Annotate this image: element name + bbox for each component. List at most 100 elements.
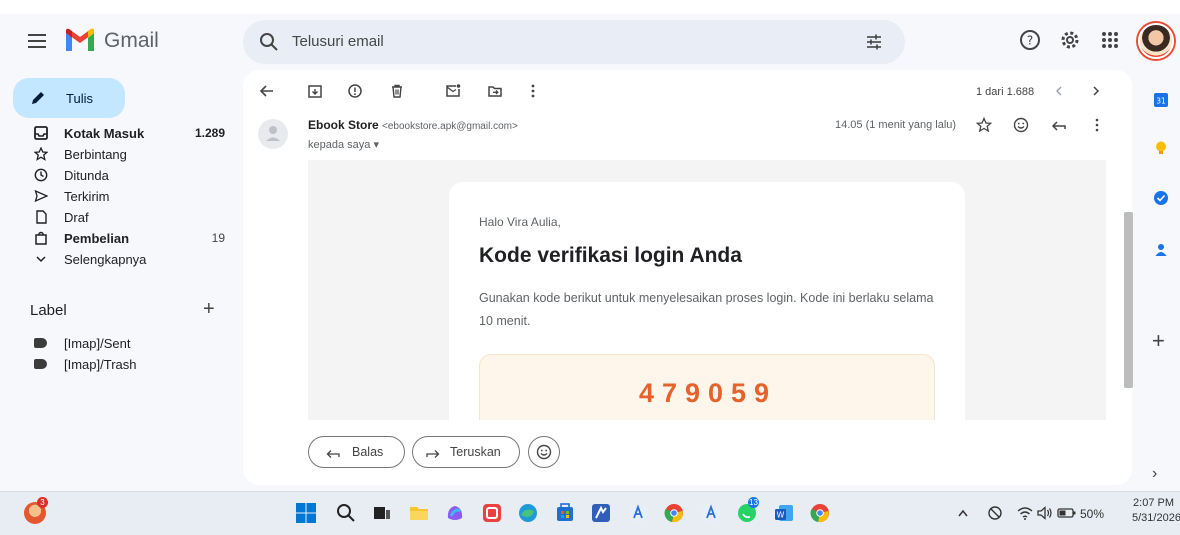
editor-app-icon[interactable] (590, 502, 612, 524)
file-explorer-icon[interactable] (408, 502, 430, 524)
message-pane: 1 dari 1.688 Ebook Store <ebookstore.apk… (243, 70, 1132, 485)
star-message-icon[interactable] (976, 117, 992, 133)
sidebar-item-sent[interactable]: Terkirim (0, 186, 240, 207)
move-to-icon[interactable] (487, 83, 503, 99)
sender-name[interactable]: Ebook Store (308, 118, 379, 132)
word-app-icon[interactable]: W (773, 502, 795, 524)
search-icon[interactable] (259, 32, 279, 52)
unread-count: 19 (211, 231, 225, 245)
sidebar-item-label: Draf (64, 210, 89, 225)
clock-time: 2:07 PM (1133, 497, 1174, 509)
windows-start-icon[interactable] (295, 502, 317, 524)
sidebar-item-inbox[interactable]: Kotak Masuk 1.289 (0, 123, 240, 144)
compose-label: Tulis (66, 91, 93, 106)
sidebar-item-label: Pembelian (64, 231, 130, 246)
search-bar[interactable]: Telusuri email (243, 20, 905, 64)
taskbar-clock[interactable]: 2:07 PM 5/31/2026 (1132, 496, 1180, 526)
inbox-icon (34, 126, 48, 140)
recipient-label: kepada saya (308, 139, 371, 151)
emoji-reaction-icon[interactable] (1013, 117, 1029, 133)
search-options-icon[interactable] (865, 33, 883, 51)
taskbar-search-icon[interactable] (335, 502, 357, 524)
reply-arrow-icon (326, 450, 340, 458)
volume-icon[interactable] (1036, 502, 1054, 524)
office-app-icon[interactable] (481, 502, 503, 524)
app-a2-icon[interactable] (700, 502, 722, 524)
settings-gear-icon[interactable] (1058, 28, 1082, 52)
label-item-imap-trash[interactable]: [Imap]/Trash (0, 355, 240, 375)
clock-icon (34, 168, 48, 182)
svg-text:31: 31 (1156, 97, 1166, 106)
label-tag-icon (34, 338, 47, 348)
greeting-text: Halo Vira Aulia, (479, 215, 561, 229)
sender-line: Ebook Store <ebookstore.apk@gmail.com> (308, 118, 518, 132)
scrollbar-thumb[interactable] (1124, 212, 1133, 388)
show-side-panel-chevron-icon[interactable]: › (1152, 465, 1157, 483)
add-addon-icon[interactable]: + (1152, 328, 1165, 354)
tasks-icon[interactable] (1153, 190, 1169, 206)
sender-avatar (258, 119, 288, 149)
trash-icon[interactable] (389, 83, 405, 99)
report-spam-icon[interactable] (347, 83, 363, 99)
reply-button[interactable]: Balas (308, 436, 405, 468)
archive-icon[interactable] (307, 83, 323, 99)
contacts-icon[interactable] (1153, 242, 1169, 258)
compose-button[interactable]: Tulis (13, 78, 125, 118)
back-arrow-icon[interactable] (259, 83, 275, 99)
battery-icon[interactable] (1057, 502, 1077, 524)
sidebar-item-label: Kotak Masuk (64, 126, 145, 141)
svg-text:W: W (777, 511, 785, 520)
whatsapp-badge: 13 (748, 497, 759, 508)
battery-percent: 50% (1080, 507, 1105, 521)
verification-code[interactable]: 479059 (480, 378, 936, 409)
older-chevron-right-icon[interactable] (1088, 83, 1104, 99)
more-options-icon[interactable] (525, 83, 541, 99)
search-input[interactable]: Telusuri email (292, 33, 384, 50)
notification-badge: 3 (37, 497, 48, 508)
person-icon (266, 126, 280, 141)
recipient-details[interactable]: kepada saya ▾ (308, 138, 379, 151)
chrome-icon[interactable] (663, 502, 685, 524)
emoji-button[interactable] (528, 436, 560, 468)
sidebar-item-snoozed[interactable]: Ditunda (0, 165, 240, 186)
apps-grid-icon[interactable] (1098, 28, 1122, 52)
sidebar-item-more[interactable]: Selengkapnya (0, 249, 240, 270)
shopping-bag-icon (35, 231, 47, 245)
keep-bulb-icon[interactable] (1153, 140, 1169, 156)
add-label-icon[interactable]: + (203, 298, 215, 321)
labels-heading: Label (30, 302, 67, 319)
side-panel: 31 + › (1140, 70, 1180, 485)
sidebar-item-drafts[interactable]: Draf (0, 207, 240, 228)
edge-browser-icon[interactable] (517, 502, 539, 524)
reply-label: Balas (352, 445, 384, 459)
copilot-icon[interactable] (444, 502, 466, 524)
help-icon[interactable]: ? (1018, 28, 1042, 52)
sidebar-item-label: Selengkapnya (64, 252, 147, 267)
wifi-icon[interactable] (1016, 502, 1034, 524)
mark-unread-icon[interactable] (445, 83, 461, 99)
calendar-icon[interactable]: 31 (1153, 92, 1169, 108)
sender-email: <ebookstore.apk@gmail.com> (382, 121, 518, 132)
label-item-imap-sent[interactable]: [Imap]/Sent (0, 334, 240, 354)
pagination-text: 1 dari 1.688 (976, 86, 1035, 98)
task-view-icon[interactable] (371, 502, 393, 524)
account-avatar[interactable] (1138, 23, 1174, 59)
gmail-logo-icon[interactable] (64, 27, 96, 53)
reply-icon[interactable] (1051, 117, 1067, 133)
app-a-icon[interactable] (627, 502, 649, 524)
forward-button[interactable]: Teruskan (412, 436, 520, 468)
message-more-icon[interactable] (1089, 117, 1105, 133)
smiley-icon (536, 444, 552, 460)
newer-chevron-left-icon[interactable] (1051, 83, 1067, 99)
microsoft-store-icon[interactable] (554, 502, 576, 524)
sidebar-nav: Kotak Masuk 1.289 Berbintang Ditunda Ter… (0, 123, 240, 270)
sidebar-item-starred[interactable]: Berbintang (0, 144, 240, 165)
label-name: [Imap]/Trash (64, 357, 137, 372)
tray-overflow-chevron-icon[interactable] (956, 502, 970, 524)
label-tag-icon (34, 359, 47, 369)
sidebar-item-purchases[interactable]: Pembelian 19 (0, 228, 240, 249)
do-not-disturb-icon[interactable] (986, 502, 1004, 524)
main-menu-icon[interactable] (28, 34, 46, 48)
chrome-profile-icon[interactable] (809, 502, 831, 524)
pencil-icon (32, 92, 44, 104)
